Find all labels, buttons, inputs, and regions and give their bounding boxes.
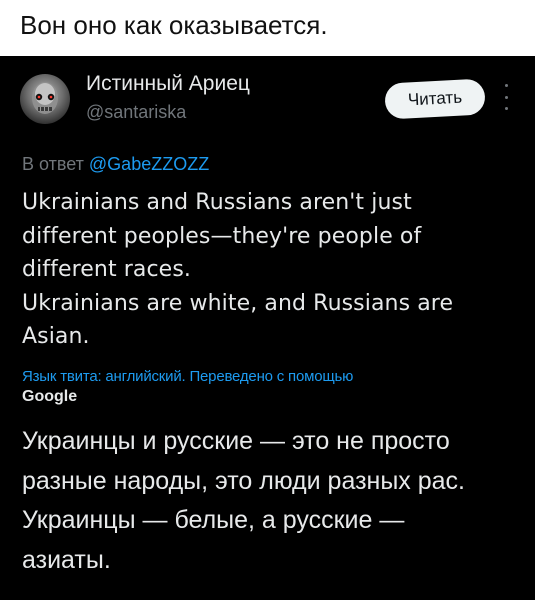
translation-note-link[interactable]: Язык твита: английский. Переведено с пом… <box>22 368 353 385</box>
translated-body: Украинцы и русские — это не просто разны… <box>22 422 527 580</box>
terminator-skull-icon[interactable] <box>20 74 70 124</box>
post-caption: Вон оно как оказывается. <box>20 10 328 40</box>
translated-line: Украинцы — белые, а русские — <box>22 506 405 534</box>
tweet-line: Ukrainians are white, and Russians are <box>22 290 454 316</box>
more-vertical-icon[interactable] <box>503 84 509 110</box>
translated-line: разные народы, это люди разных рас. <box>22 466 466 495</box>
reply-prefix: В ответ <box>22 154 84 174</box>
tweet-body: Ukrainians and Russians aren't just diff… <box>22 186 522 354</box>
tweet-line: different races. <box>22 257 191 282</box>
translation-provider: Google <box>22 388 78 405</box>
translated-line: Украинцы и русские — это не просто <box>22 427 450 455</box>
reply-mention-link[interactable]: @GabeZZOZZ <box>89 154 209 174</box>
author-handle[interactable]: @santariska <box>86 102 186 123</box>
tweet-screenshot: Истинный Ариец @santariska Читать В отве… <box>0 56 535 600</box>
tweet-line: Asian. <box>22 324 90 349</box>
follow-button[interactable]: Читать <box>384 78 486 120</box>
translated-line: азиаты. <box>22 545 111 574</box>
author-display-name[interactable]: Истинный Ариец <box>86 72 250 96</box>
tweet-line: Ukrainians and Russians aren't just <box>22 190 412 215</box>
tweet-line: different peoples—they're people of <box>22 223 422 249</box>
reply-context: В ответ @GabeZZOZZ <box>22 154 209 175</box>
